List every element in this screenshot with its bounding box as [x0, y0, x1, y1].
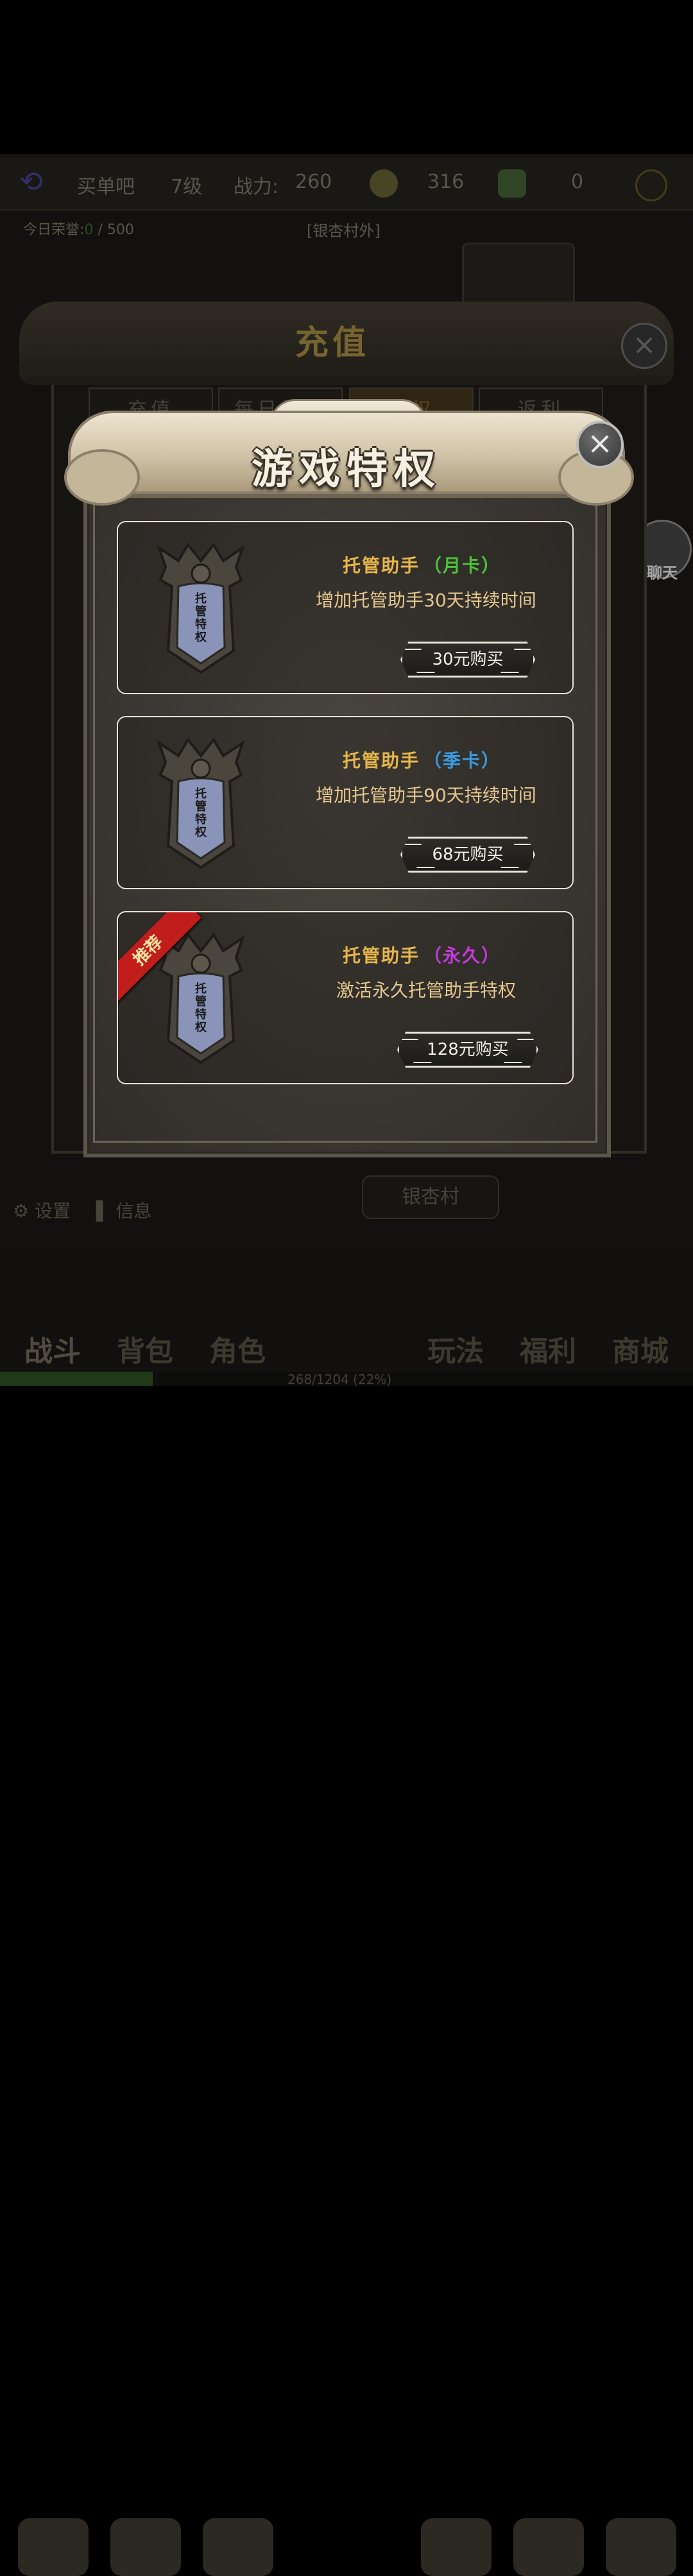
privilege-item-monthly: 托管特权 托管助手 （月卡） 增加托管助手30天持续时间 30元购买 [117, 521, 574, 694]
shield-label: 托管特权 [195, 787, 207, 839]
close-button[interactable]: × [576, 421, 624, 468]
shield-label: 托管特权 [195, 982, 207, 1034]
privilege-item-permanent: 托管特权 推荐 托管助手 （永久） 激活永久托管助手特权 128元购买 [117, 911, 574, 1084]
buy-button-monthly[interactable]: 30元购买 [400, 642, 535, 678]
buy-button-permanent[interactable]: 128元购买 [397, 1032, 538, 1068]
item-description: 激活永久托管助手特权 [336, 980, 516, 1001]
item-title: 托管助手 （季卡） [343, 747, 501, 772]
item-type: （月卡） [424, 555, 501, 576]
character-icon [203, 2518, 273, 2576]
bag-icon [110, 2518, 181, 2576]
item-title: 托管助手 （月卡） [343, 552, 501, 577]
item-name: 托管助手 [343, 555, 420, 576]
item-name: 托管助手 [343, 750, 420, 771]
buy-button-quarterly[interactable]: 68元购买 [400, 837, 535, 873]
item-description: 增加托管助手30天持续时间 [316, 590, 536, 611]
gameplay-icon [421, 2518, 492, 2576]
shop-icon [606, 2518, 676, 2576]
item-name: 托管助手 [343, 945, 420, 966]
item-description: 增加托管助手90天持续时间 [316, 785, 536, 806]
battle-icon [18, 2518, 89, 2576]
item-title: 托管助手 （永久） [343, 942, 501, 968]
dialog-title: 游戏特权 [252, 446, 441, 493]
welfare-icon [513, 2518, 584, 2576]
privilege-item-quarterly: 托管特权 托管助手 （季卡） 增加托管助手90天持续时间 68元购买 [117, 716, 574, 889]
item-type: （季卡） [424, 750, 501, 771]
shield-label: 托管特权 [195, 592, 207, 644]
item-type: （永久） [424, 945, 501, 966]
